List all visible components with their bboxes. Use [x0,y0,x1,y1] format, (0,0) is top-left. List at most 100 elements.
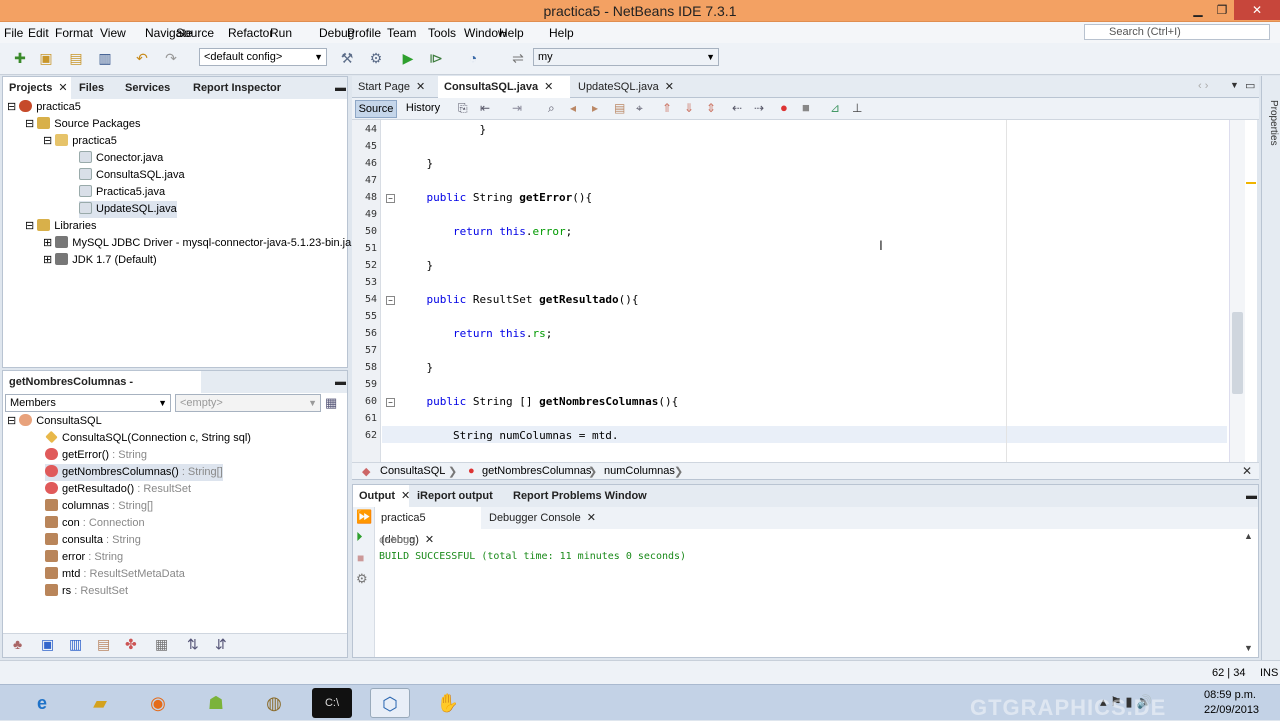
debug-icon[interactable]: ⧐ [426,48,446,68]
tab-list-icon[interactable]: ▼ [1230,80,1239,90]
properties-tab[interactable]: Properties [1263,100,1279,164]
maximize-button[interactable]: ❐ [1210,0,1234,20]
maximize-editor-icon[interactable]: ▭ [1245,79,1255,92]
internet-explorer-icon[interactable]: e [22,688,62,718]
menu-navigate[interactable]: Source [176,26,214,40]
collapse-icon[interactable]: ⊟ [25,220,34,232]
tree-node-package[interactable]: ⊟ practica5 [43,133,117,150]
close-icon[interactable]: ✕ [58,82,67,94]
tree-node-practica5[interactable]: ⊟ practica5 [7,99,81,116]
fold-collapse-icon[interactable]: − [386,296,395,305]
member-item[interactable]: mtd : ResultSetMetaData [45,566,185,583]
target-select[interactable]: my ▼ [533,48,719,66]
stop-macro-icon[interactable]: ■ [802,100,810,115]
new-project-icon[interactable]: ▣ [36,48,56,68]
member-item[interactable]: rs : ResultSet [45,583,128,600]
clean-build-icon[interactable]: ⚙ [366,48,386,68]
tab-navigator[interactable]: getNombresColumnas - Navigator✕ [3,371,201,410]
tab-ireport-output[interactable]: iReport output [411,485,505,507]
tab-services[interactable]: Services [119,77,185,99]
navigator-options-icon[interactable]: ▦ [325,395,337,411]
member-item[interactable]: consulta : String [45,532,141,549]
menu-team[interactable]: Tools [428,26,456,40]
close-icon[interactable]: ✕ [587,512,596,524]
tree-node-source-packages[interactable]: ⊟ Source Packages [25,116,141,133]
output-scrollbar[interactable]: ▲ ▼ [1241,531,1257,655]
member-item[interactable]: getResultado() : ResultSet [45,481,191,498]
tree-node-updatesql[interactable]: UpdateSQL.java [79,201,177,218]
filter-select[interactable]: <empty> ▼ [175,394,321,412]
breadcrumb-variable[interactable]: numColumnas [604,465,675,477]
tab-report-problems[interactable]: Report Problems Window [507,485,667,507]
close-button[interactable]: ✕ [1234,0,1280,20]
menu-preview[interactable]: View [100,26,126,40]
back-icon[interactable]: ⇤ [480,101,490,115]
tab-updatesql[interactable]: UpdateSQL.java ✕ [572,76,690,98]
find-icon[interactable]: ⌕ [548,101,555,116]
open-project-icon[interactable]: ▤ [66,48,86,68]
warning-marker[interactable] [1246,182,1256,184]
toggle-highlight-icon[interactable]: ▤ [614,101,625,115]
collapse-icon[interactable]: ⊟ [7,101,16,113]
menu-profile[interactable]: Team [387,26,416,40]
redo-icon[interactable]: ↷ [161,48,181,68]
close-icon[interactable]: ✕ [416,81,425,93]
breadcrumb-class[interactable]: ConsultaSQL [380,465,445,477]
collapse-icon[interactable]: ⊟ [25,118,34,130]
last-edit-icon[interactable]: ⎘ [458,101,468,116]
tree-node-consultasql[interactable]: ConsultaSQL.java [79,167,185,184]
expand-icon[interactable]: ⊞ [43,237,52,249]
breadcrumb-method[interactable]: getNombresColumnas [482,465,591,477]
presentation-app-icon[interactable]: ✋ [428,688,468,718]
scroll-down-icon[interactable]: ▼ [1244,643,1253,653]
tab-practica5-debug[interactable]: practica5 (debug) ✕ [375,507,481,546]
clock-time[interactable]: 08:59 p.m. [1204,689,1256,701]
menu-edit[interactable]: Edit [28,26,49,40]
stop-icon[interactable]: ■ [357,551,364,565]
shift-right-icon[interactable]: ⇢ [754,101,764,115]
minimize-panel-icon[interactable]: ▬ [329,371,346,393]
history-tab[interactable]: History [402,100,444,118]
minimize-button[interactable]: ▁ [1186,0,1210,20]
member-item[interactable]: columnas : String[] [45,498,153,515]
member-item-selected[interactable]: getNombresColumnas() : String[] [45,464,223,481]
config-select[interactable]: <default config> ▼ [199,48,327,66]
menu-debug[interactable]: Profile [347,26,381,40]
tree-node-class[interactable]: ⊟ ConsultaSQL [7,413,102,430]
output-text[interactable]: debug: BUILD SUCCESSFUL (total time: 11 … [379,535,686,562]
find-previous-icon[interactable]: ◂ [570,101,576,115]
close-icon[interactable]: ✕ [665,81,674,93]
menu-refactor[interactable]: Run [270,26,292,40]
toggle-bookmark-icon[interactable]: ⇕ [706,101,716,115]
tab-start-page[interactable]: Start Page ✕ [352,76,436,98]
menu-file[interactable]: File [4,26,23,40]
tree-node-mysql-driver[interactable]: ⊞ MySQL JDBC Driver - mysql-connector-ja… [43,235,355,252]
collapse-icon[interactable]: ⊟ [7,415,16,427]
clock-date[interactable]: 22/09/2013 [1204,704,1259,716]
undo-icon[interactable]: ↶ [132,48,152,68]
sort-icon[interactable]: ▦ [155,636,168,653]
rerun-params-icon[interactable]: ⏵ [356,529,363,545]
member-item[interactable]: con : Connection [45,515,145,532]
build-icon[interactable]: ⚒ [337,48,357,68]
minimize-panel-icon[interactable]: ▬ [329,77,346,99]
close-icon[interactable]: ✕ [401,490,410,502]
members-select[interactable]: Members ▼ [5,394,171,412]
tab-output[interactable]: Output ✕ [353,485,410,507]
filter-nonpublic-icon[interactable]: ▤ [97,636,110,653]
tab-consultasql[interactable]: ConsultaSQL.java ✕ [438,76,570,98]
close-icon[interactable]: ✕ [544,81,553,93]
code-editor[interactable]: 44 45 46 47 48 49 50 51 52 53 54 55 56 57 58 59 60 61 62 }… [352,120,1257,462]
vertical-scrollbar[interactable] [1229,120,1245,462]
settings-icon[interactable]: ⚙ [356,571,368,587]
tab-report-inspector[interactable]: Report Inspector [187,77,305,99]
filter-inherited-icon[interactable]: ♣ [13,636,22,652]
collapse-icon[interactable]: ⊟ [43,135,52,147]
menu-source[interactable]: Refactor [228,26,273,40]
tree-node-jdk[interactable]: ⊞ JDK 1.7 (Default) [43,252,157,269]
member-item[interactable]: error : String [45,549,123,566]
close-icon[interactable]: ✕ [1242,464,1252,478]
menu-format[interactable]: Format [55,26,93,40]
tree-node-conector[interactable]: Conector.java [79,150,163,167]
android-icon[interactable]: ☗ [196,688,236,718]
